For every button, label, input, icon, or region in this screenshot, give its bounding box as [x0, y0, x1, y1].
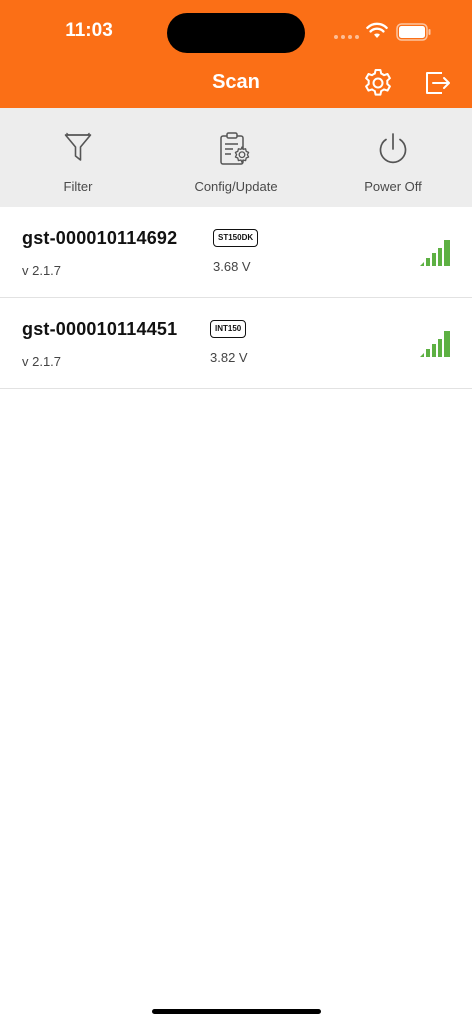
dynamic-island: [167, 13, 305, 53]
config-update-label: Config/Update: [194, 179, 278, 194]
battery-voltage: 3.68 V: [213, 259, 251, 274]
device-list: gst-000010114692 ST150DK v 2.1.7 3.68 V …: [0, 207, 472, 389]
device-row[interactable]: gst-000010114692 ST150DK v 2.1.7 3.68 V: [0, 207, 472, 298]
model-badge: INT150: [210, 320, 247, 338]
filter-button[interactable]: Filter: [28, 108, 128, 207]
cellular-dots-icon: [334, 35, 359, 39]
filter-label: Filter: [63, 179, 93, 194]
firmware-version: v 2.1.7: [22, 263, 62, 278]
config-update-button[interactable]: Config/Update: [176, 108, 296, 207]
power-icon: [379, 133, 407, 164]
firmware-version: v 2.1.7: [22, 354, 62, 369]
page-title: Scan: [212, 71, 260, 93]
device-name: gst-000010114692: [22, 228, 178, 248]
home-indicator[interactable]: [152, 1009, 321, 1014]
logout-icon[interactable]: [423, 69, 451, 97]
gear-icon[interactable]: [362, 67, 394, 99]
device-name: gst-000010114451: [22, 319, 178, 339]
battery-voltage: 3.82 V: [210, 350, 248, 365]
device-row[interactable]: gst-000010114451 INT150 v 2.1.7 3.82 V: [0, 298, 472, 389]
model-badge: ST150DK: [213, 229, 259, 247]
wifi-icon: [366, 22, 388, 38]
battery-icon: [396, 23, 431, 41]
signal-strength-icon: [420, 331, 450, 357]
status-time: 11:03: [65, 20, 113, 41]
filter-icon: [64, 132, 92, 161]
power-off-button[interactable]: Power Off: [343, 108, 443, 207]
signal-strength-icon: [420, 240, 450, 266]
power-off-label: Power Off: [364, 179, 422, 194]
action-toolbar: Filter Config/Update Power Off: [0, 108, 472, 207]
app-header: 11:03 Scan: [0, 0, 472, 108]
clipboard-gear-icon: [220, 132, 250, 165]
